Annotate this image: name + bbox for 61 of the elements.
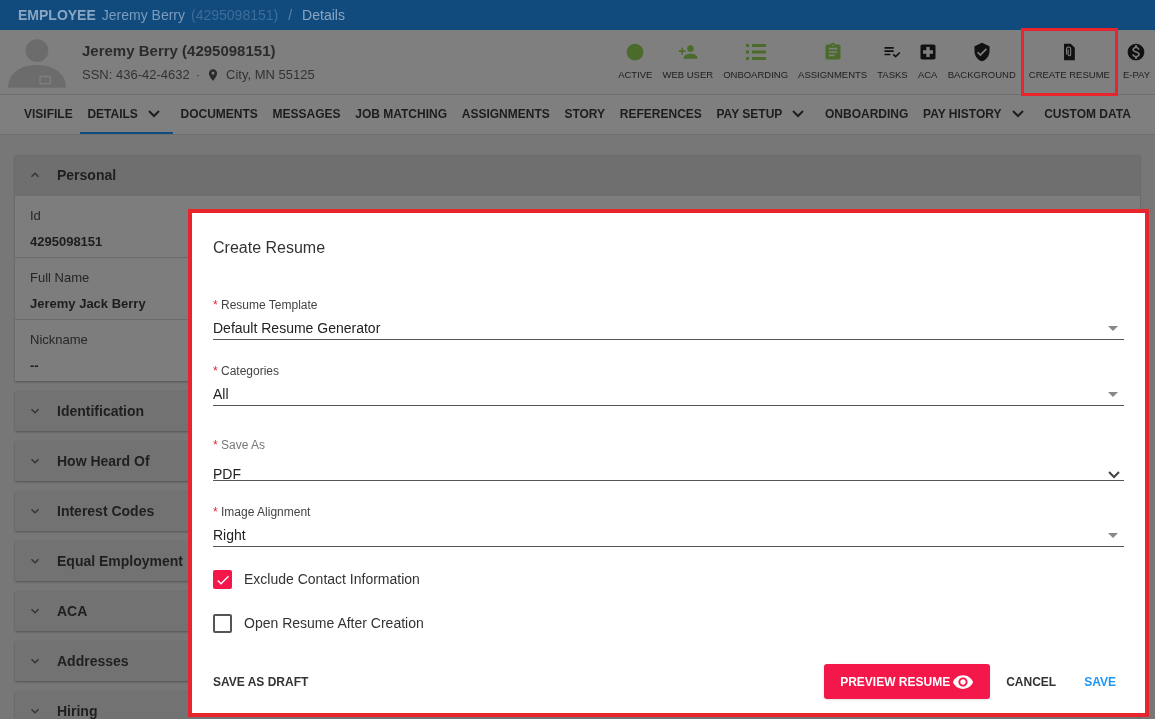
toolbar-button[interactable]: ACA xyxy=(912,30,943,94)
profile-name: Jeremy Berry (4295098151) xyxy=(82,40,277,61)
dialog-button[interactable]: CANCEL xyxy=(998,664,1065,699)
select-value: Right xyxy=(213,526,246,545)
field-label: * Image Alignment xyxy=(213,504,312,521)
toolbar-button[interactable]: BACKGROUND xyxy=(942,30,1021,94)
dialog-title: Create Resume xyxy=(213,238,327,258)
checkbox[interactable] xyxy=(213,570,232,589)
select-value: Default Resume Generator xyxy=(213,319,381,338)
breadcrumb-name[interactable]: Jeremy Berry xyxy=(101,4,186,26)
toolbar-button[interactable]: WEB USER xyxy=(657,30,719,94)
preview-button[interactable]: PREVIEW RESUME xyxy=(824,664,991,699)
dropdown-caret-icon xyxy=(1108,533,1118,538)
chevron-down-icon xyxy=(1108,470,1120,479)
nav-tab[interactable]: VISIFILE xyxy=(17,95,80,134)
toolbar-button[interactable]: ACTIVE xyxy=(613,30,658,94)
field-label: * Categories xyxy=(213,363,281,380)
select-value: All xyxy=(213,385,229,404)
nav-tab[interactable]: STORY xyxy=(557,95,613,134)
nav-tab[interactable]: DETAILS xyxy=(80,95,173,134)
field-label: Nickname xyxy=(30,331,88,349)
field-value: -- xyxy=(30,356,39,375)
toolbar-button[interactable]: CREATE RESUME xyxy=(1020,28,1118,96)
field-label: Full Name xyxy=(30,269,90,287)
select-field[interactable]: * Categories All xyxy=(213,340,1124,406)
nav-tab[interactable]: PAY HISTORY xyxy=(916,95,1037,134)
dialog-button[interactable]: SAVE xyxy=(1072,664,1128,699)
breadcrumb-page: Details xyxy=(302,5,345,25)
checkbox-label: Open Resume After Creation xyxy=(244,614,424,633)
toolbar-button[interactable]: ONBOARDING xyxy=(718,30,794,94)
nav-tab[interactable]: MESSAGES xyxy=(265,95,348,134)
nav-tab[interactable]: ONBOARDING xyxy=(818,95,916,134)
nav-tab[interactable]: ASSIGNMENTS xyxy=(454,95,557,134)
toolbar-button[interactable]: ASSIGNMENTS xyxy=(793,30,873,94)
dialog-button[interactable]: SAVE AS DRAFT xyxy=(205,664,317,699)
select-field[interactable]: * Image Alignment Right xyxy=(213,481,1124,547)
section-header[interactable]: Personal xyxy=(15,155,1140,195)
nav-tab[interactable]: REFERENCES xyxy=(612,95,709,134)
select-value: PDF xyxy=(213,465,241,484)
toolbar-button[interactable]: TASKS xyxy=(872,30,913,94)
field-value: 4295098151 xyxy=(30,232,103,251)
location-text: City, MN 55125 xyxy=(226,66,315,84)
field-label: * Save As xyxy=(213,437,267,454)
breadcrumb-separator: / xyxy=(288,5,293,25)
breadcrumb-section: EMPLOYEE xyxy=(18,4,96,26)
toolbar-button[interactable]: E-PAY xyxy=(1117,30,1155,94)
nav-tab[interactable]: DOCUMENTS xyxy=(173,95,265,134)
checkbox[interactable] xyxy=(213,614,232,633)
field-label: Id xyxy=(30,207,41,225)
select-field[interactable]: * Save As PDF xyxy=(213,406,1124,481)
checkbox-label: Exclude Contact Information xyxy=(244,570,420,589)
field-value: Jeremy Jack Berry xyxy=(30,294,146,313)
nav-tab[interactable]: JOB MATCHING xyxy=(348,95,455,134)
select-field[interactable]: * Resume Template Default Resume Generator xyxy=(213,274,1124,340)
nav-tab[interactable]: PAY SETUP xyxy=(709,95,818,134)
separator-dot: · xyxy=(195,66,201,84)
ssn-text: SSN: 436-42-4632 xyxy=(82,66,190,84)
field-label: * Resume Template xyxy=(213,297,319,314)
nav-tab[interactable]: CUSTOM DATA xyxy=(1037,95,1138,134)
dropdown-caret-icon xyxy=(1108,392,1118,397)
dropdown-caret-icon xyxy=(1108,326,1118,331)
